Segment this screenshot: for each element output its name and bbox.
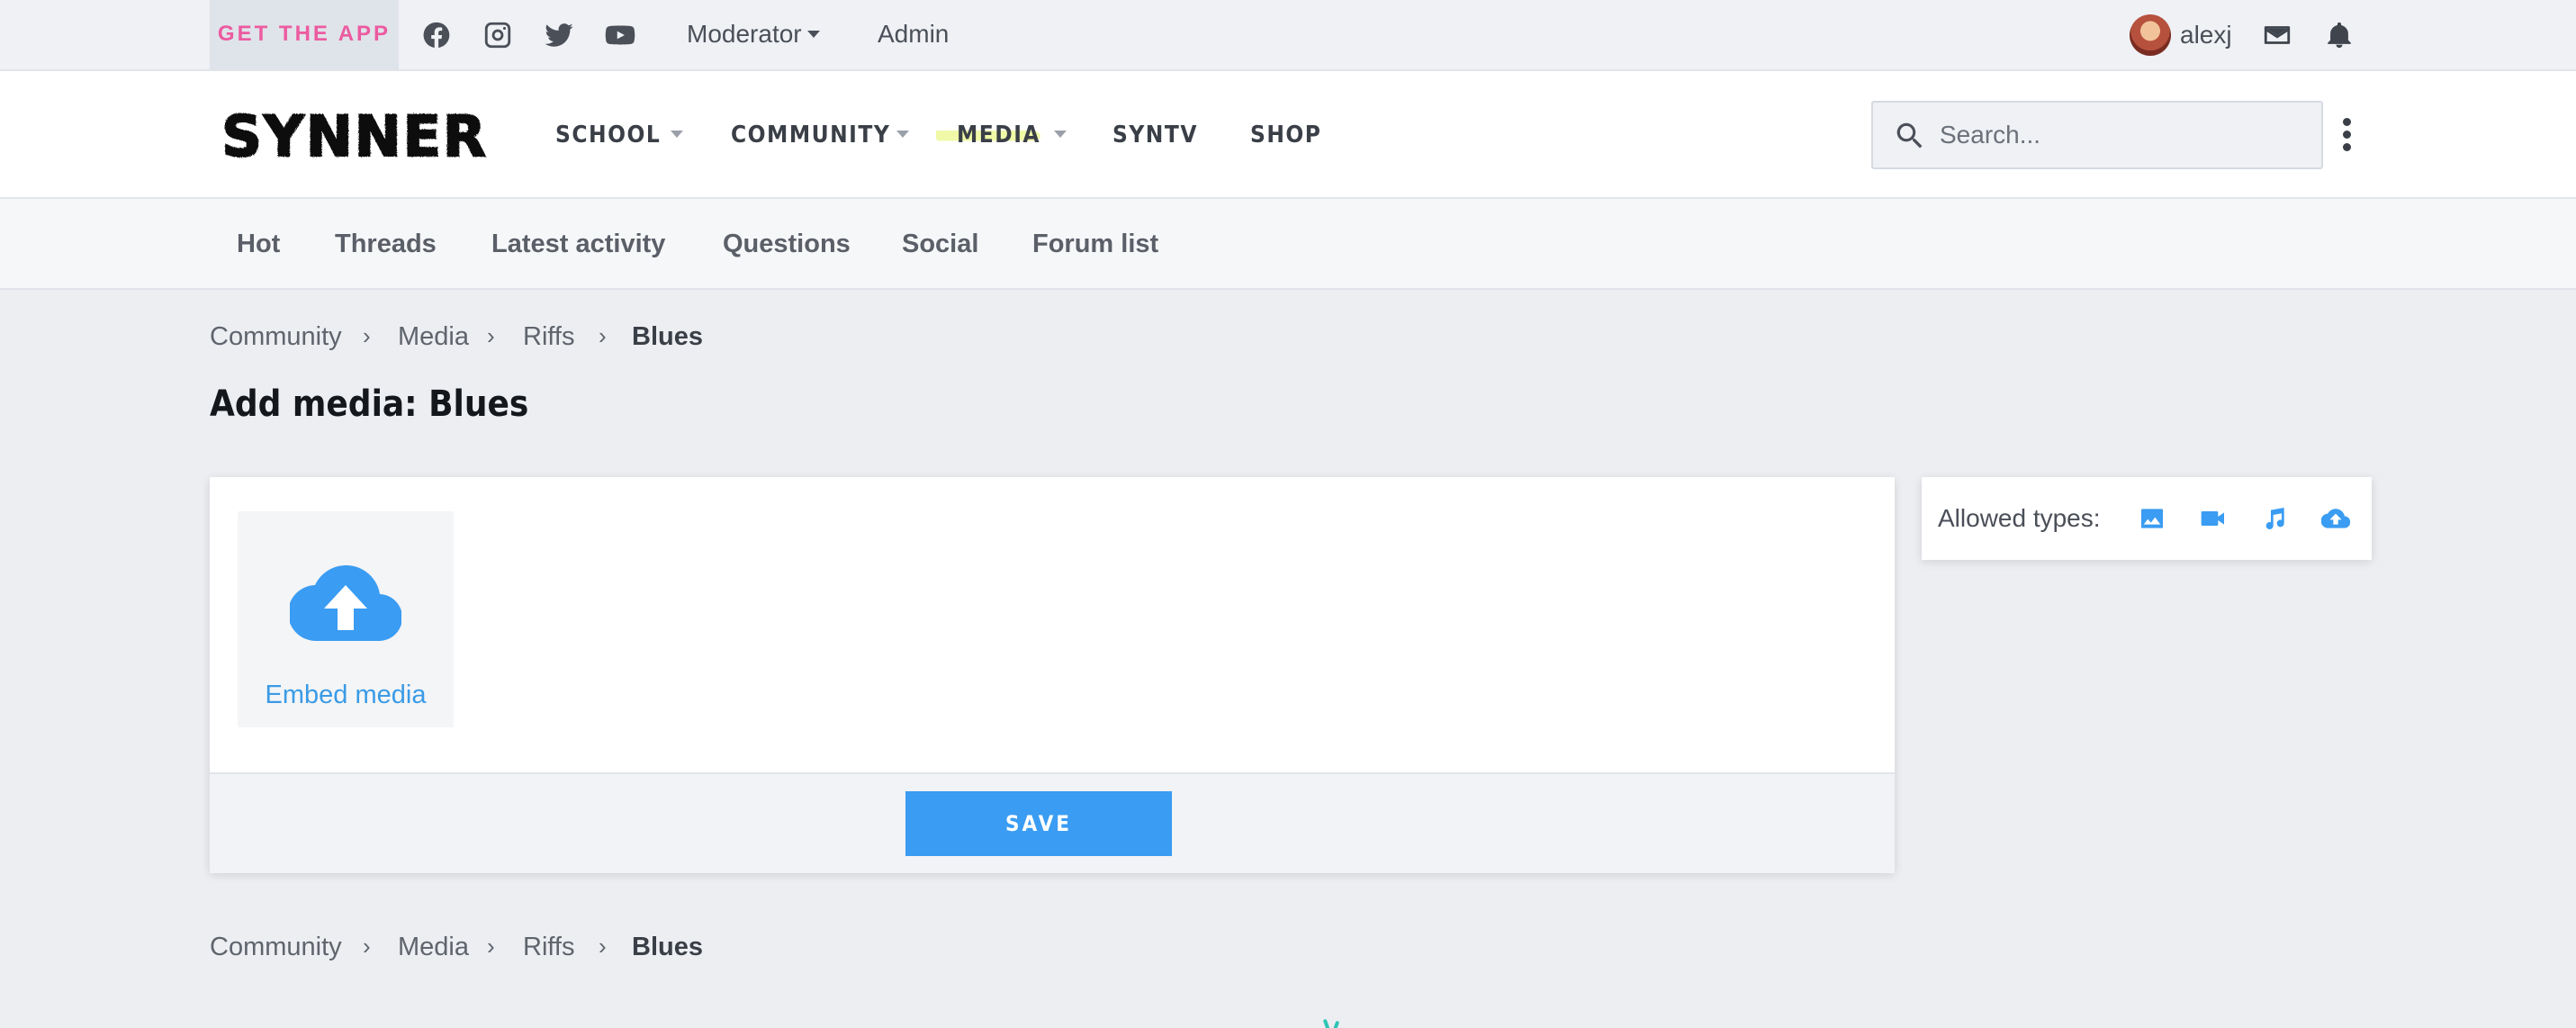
chevron-right-icon: › — [487, 933, 495, 960]
nav-school[interactable]: SCHOOL — [555, 71, 661, 199]
embed-media-label: Embed media — [265, 681, 427, 709]
chevron-down-icon[interactable] — [1054, 131, 1067, 138]
search-box[interactable] — [1871, 101, 2323, 169]
embed-media-button[interactable]: Embed media — [238, 511, 454, 727]
upload-block: Embed media SAVE — [210, 477, 1895, 873]
chevron-down-icon[interactable] — [896, 131, 909, 138]
youtube-icon[interactable] — [605, 20, 635, 50]
top-utility-bar: GET THE APP Moderator Admin alexj — [0, 0, 2576, 71]
chevron-right-icon: › — [363, 933, 371, 960]
synner-logo[interactable]: SYNNER — [210, 109, 500, 165]
breadcrumb-blues[interactable]: Blues — [632, 933, 703, 962]
loading-spinner-icon — [1320, 1018, 1345, 1028]
page-title: Add media: Blues — [210, 383, 529, 425]
nav-syntv[interactable]: SYNTV — [1112, 71, 1198, 199]
moderator-label: Moderator — [687, 20, 802, 48]
nav-media[interactable]: MEDIA — [957, 71, 1040, 199]
avatar[interactable] — [2130, 14, 2171, 56]
nav-community[interactable]: COMMUNITY — [731, 71, 890, 199]
subnav-forum-list[interactable]: Forum list — [1032, 199, 1158, 289]
sub-navigation: Hot Threads Latest activity Questions So… — [0, 199, 2576, 290]
subnav-questions[interactable]: Questions — [723, 199, 851, 289]
subnav-hot[interactable]: Hot — [237, 199, 280, 289]
allowed-types-label: Allowed types: — [1938, 504, 2101, 532]
allowed-types-box: Allowed types: — [1922, 477, 2372, 560]
admin-link[interactable]: Admin — [878, 0, 949, 70]
chevron-down-icon — [806, 30, 820, 38]
main-header: SYNNER SCHOOL COMMUNITY MEDIA SYNTV SHOP — [0, 71, 2576, 199]
subnav-threads[interactable]: Threads — [335, 199, 437, 289]
breadcrumb-community[interactable]: Community — [210, 322, 342, 352]
subnav-latest-activity[interactable]: Latest activity — [491, 199, 665, 289]
breadcrumb-media[interactable]: Media — [398, 933, 469, 962]
logo-text: SYNNER — [221, 109, 487, 165]
facebook-icon[interactable] — [421, 20, 452, 50]
chevron-down-icon[interactable] — [671, 131, 683, 138]
more-options-icon[interactable] — [2335, 118, 2358, 154]
moderator-menu[interactable]: Moderator — [687, 0, 820, 70]
breadcrumb-community[interactable]: Community — [210, 933, 342, 962]
image-icon — [2138, 504, 2166, 533]
envelope-icon[interactable] — [2262, 20, 2292, 50]
video-icon — [2199, 504, 2228, 533]
chevron-right-icon: › — [363, 322, 371, 349]
audio-icon — [2260, 504, 2289, 533]
form-footer: SAVE — [210, 772, 1895, 873]
subnav-social[interactable]: Social — [902, 199, 978, 289]
breadcrumb-riffs[interactable]: Riffs — [523, 322, 574, 352]
save-button[interactable]: SAVE — [905, 791, 1172, 856]
instagram-icon[interactable] — [482, 20, 513, 50]
username-link[interactable]: alexj — [2180, 0, 2232, 70]
bell-icon[interactable] — [2324, 20, 2355, 50]
breadcrumb-media[interactable]: Media — [398, 322, 469, 352]
twitter-icon[interactable] — [544, 20, 574, 50]
breadcrumb-blues[interactable]: Blues — [632, 322, 703, 352]
embed-upload-icon — [2320, 504, 2351, 533]
breadcrumb-riffs[interactable]: Riffs — [523, 933, 574, 962]
get-the-app-link[interactable]: GET THE APP — [210, 0, 399, 70]
chevron-right-icon: › — [599, 933, 607, 960]
chevron-right-icon: › — [599, 322, 607, 349]
nav-shop[interactable]: SHOP — [1250, 71, 1321, 199]
chevron-right-icon: › — [487, 322, 495, 349]
search-icon[interactable] — [1893, 119, 1927, 153]
search-input[interactable] — [1940, 115, 2309, 155]
cloud-upload-icon — [290, 565, 401, 641]
